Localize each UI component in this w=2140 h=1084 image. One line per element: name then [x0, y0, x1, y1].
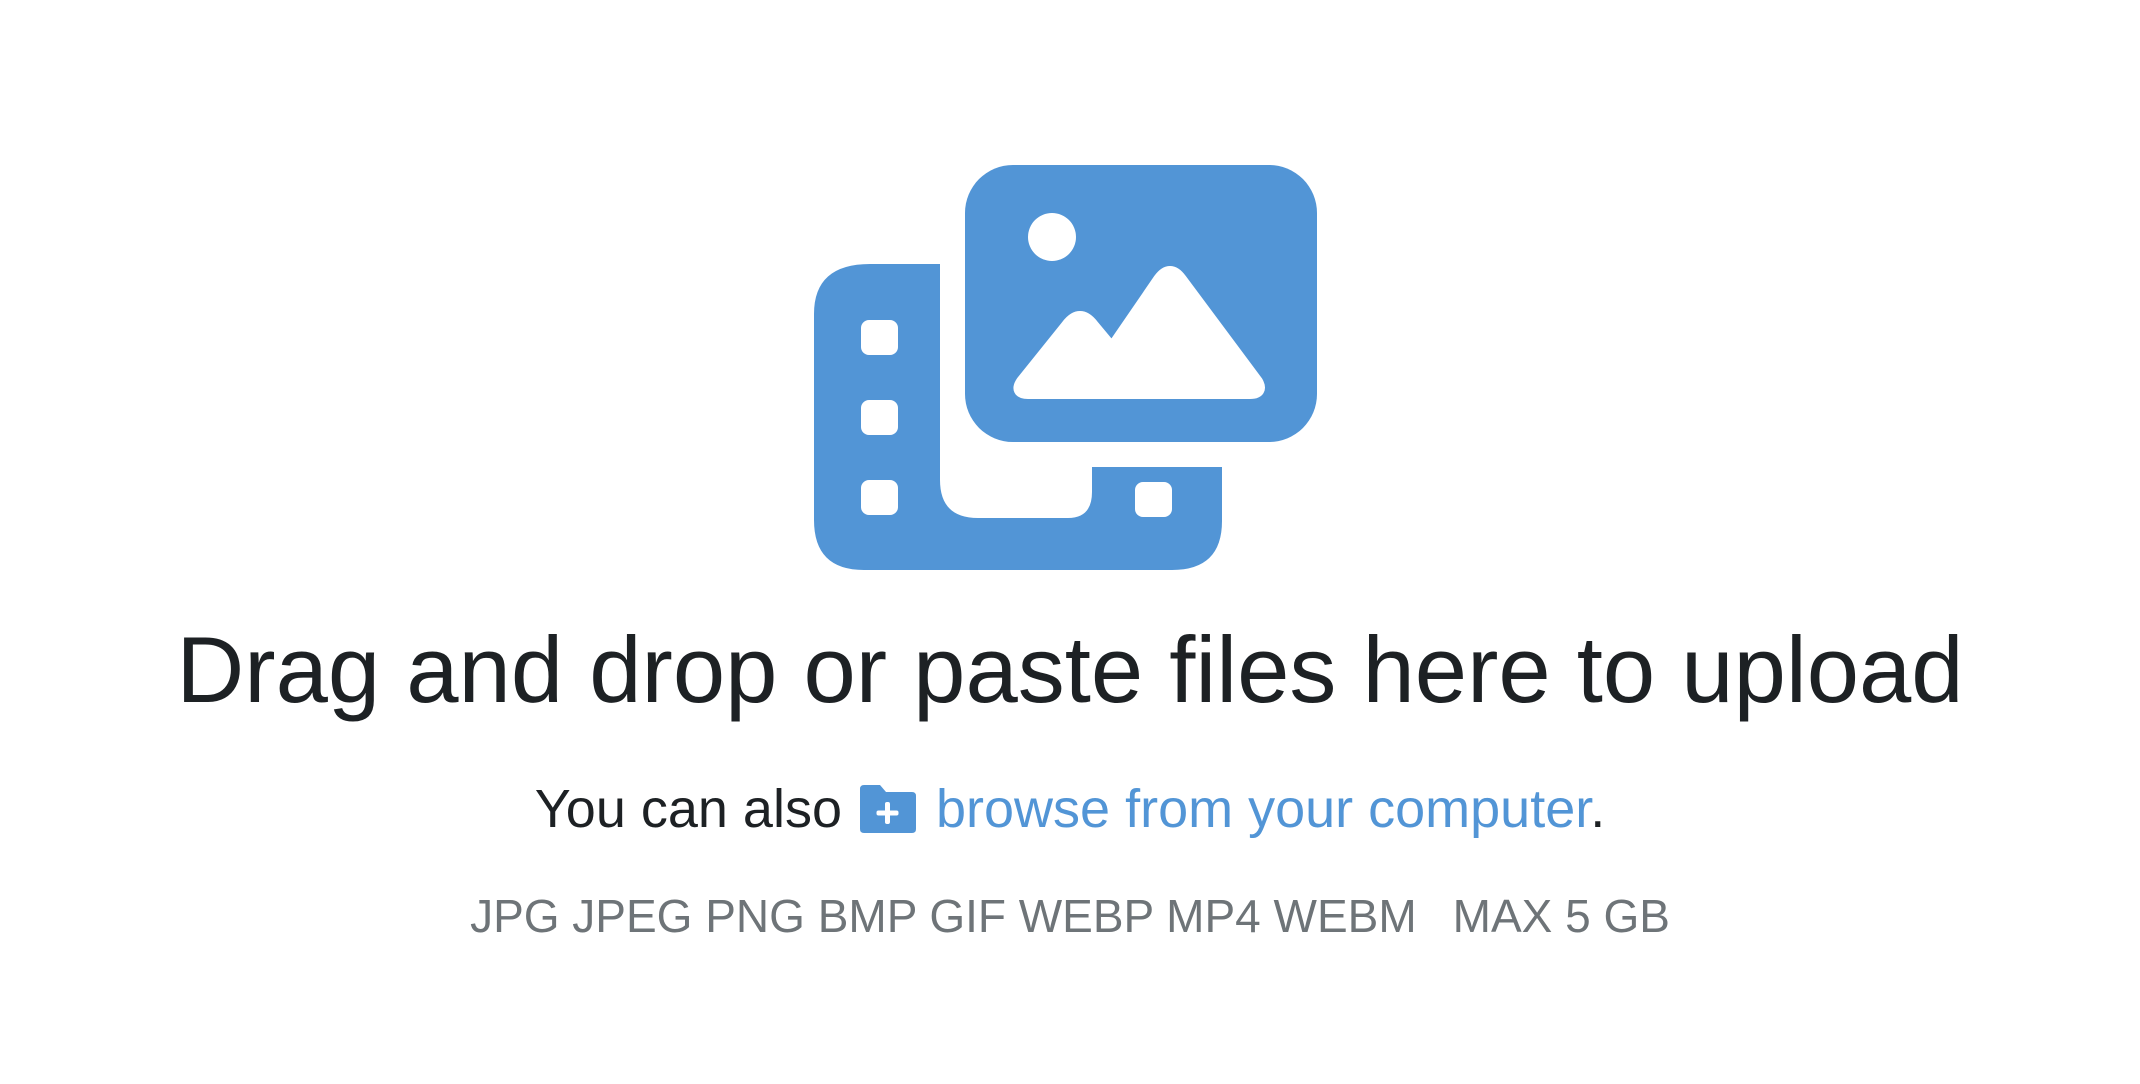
max-size-label: MAX 5 GB: [1452, 890, 1670, 942]
image-and-video-icon: [814, 165, 1317, 570]
subline-prefix: You can also: [534, 779, 842, 839]
supported-formats: JPG JPEG PNG BMP GIF WEBP MP4 WEBM MAX 5 …: [0, 888, 2140, 944]
browse-link[interactable]: browse from your computer: [936, 779, 1590, 839]
upload-subline: You can also browse from your computer.: [0, 776, 2140, 842]
folder-plus-icon[interactable]: [858, 783, 918, 835]
upload-drop-zone[interactable]: Drag and drop or paste files here to upl…: [0, 0, 2140, 1084]
subline-suffix: .: [1590, 779, 1606, 839]
format-list: JPG JPEG PNG BMP GIF WEBP MP4 WEBM: [470, 890, 1417, 942]
upload-headline: Drag and drop or paste files here to upl…: [176, 617, 1964, 722]
